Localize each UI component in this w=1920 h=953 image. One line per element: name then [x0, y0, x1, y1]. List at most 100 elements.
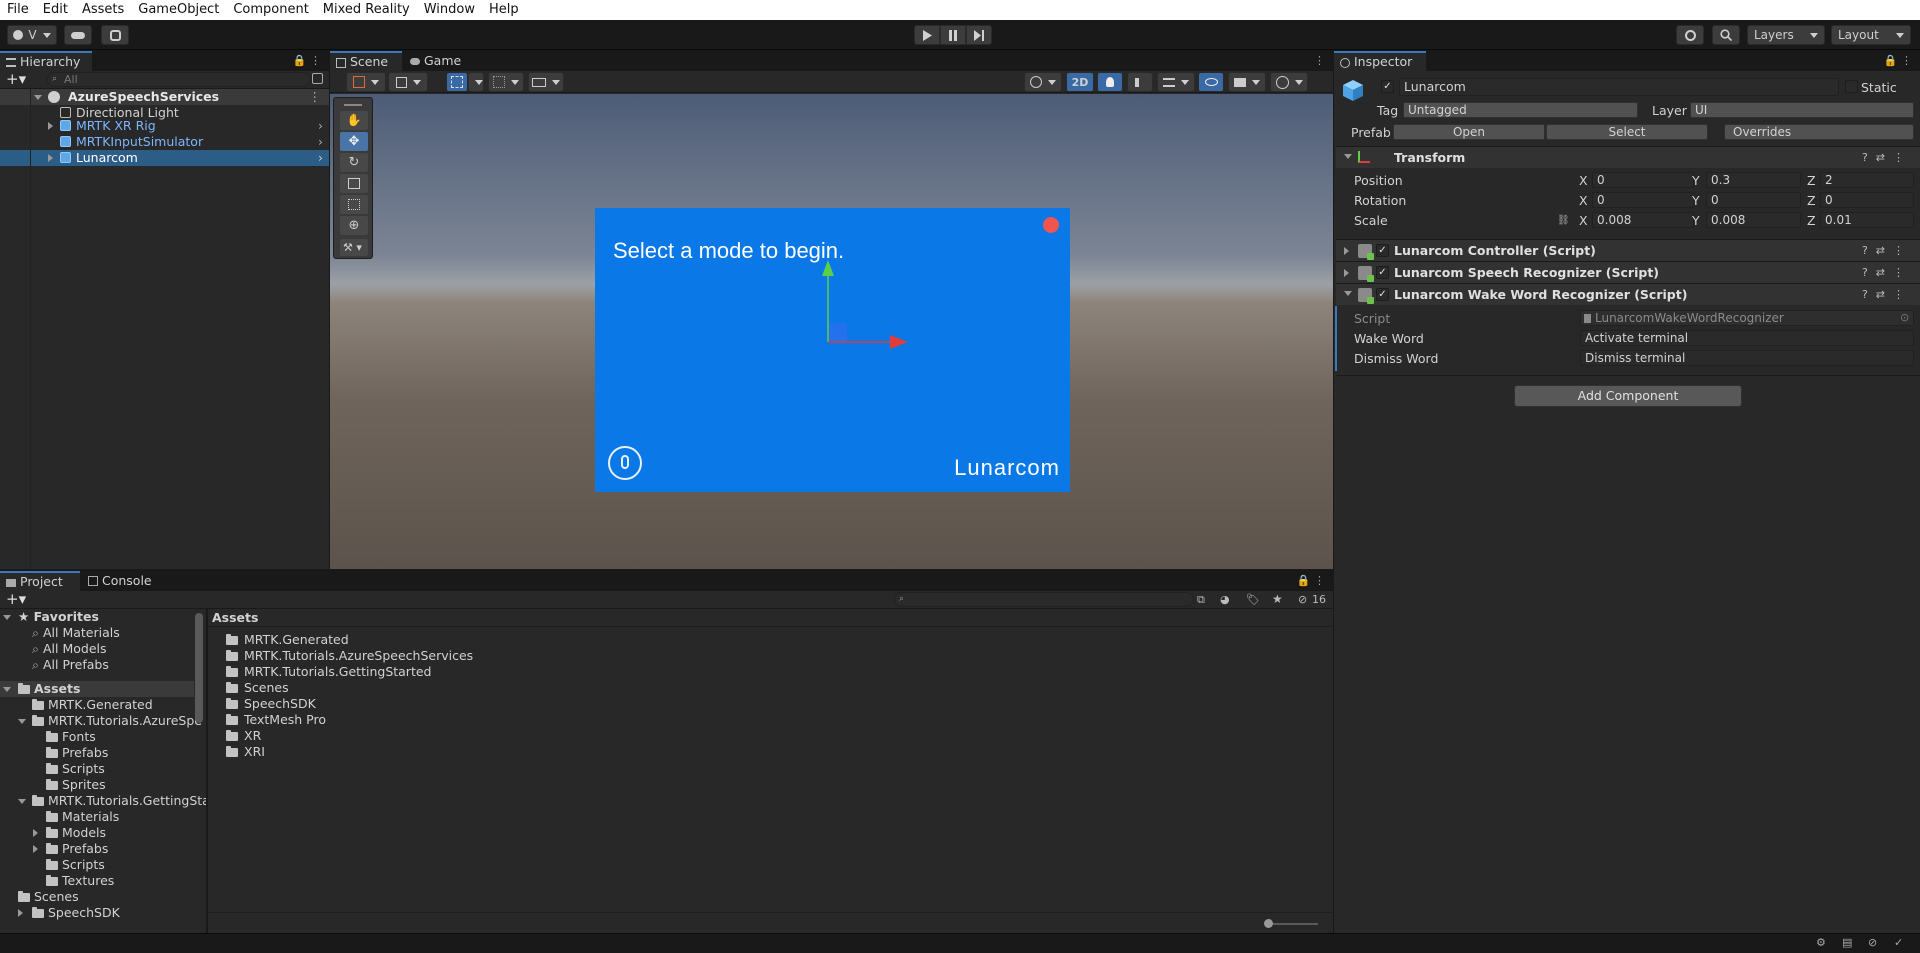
label-tag-icon[interactable]: 🏷 — [1246, 593, 1260, 606]
chevron-down-icon[interactable] — [18, 719, 26, 728]
chevron-right-icon[interactable] — [1344, 247, 1353, 255]
transform-header[interactable]: Transform ?⇄⋮ — [1336, 146, 1920, 168]
position-y-field[interactable]: 0.3 — [1706, 172, 1801, 188]
visibility-toggle[interactable] — [1198, 72, 1224, 92]
asset-folder[interactable]: XRI — [226, 744, 265, 760]
history-button[interactable] — [1676, 25, 1704, 45]
tree-item[interactable]: Textures — [0, 873, 114, 889]
component-enabled-checkbox[interactable]: ✓ — [1376, 244, 1389, 257]
tab-console[interactable]: Console — [82, 571, 160, 591]
wake-word-input[interactable]: Activate terminal — [1580, 330, 1914, 346]
draw-mode-dropdown[interactable] — [346, 72, 386, 92]
chevron-down-icon[interactable] — [3, 687, 11, 696]
rotation-x-field[interactable]: 0 — [1592, 192, 1694, 208]
active-checkbox[interactable]: ✓ — [1381, 80, 1394, 93]
more-icon[interactable]: ⋮ — [1314, 54, 1325, 67]
transform-tool-icon[interactable]: ⊕ — [340, 216, 368, 235]
favorite-all-prefabs[interactable]: ⌕ All Prefabs — [0, 657, 109, 673]
toggle-2d-button[interactable]: 2D — [1066, 72, 1094, 92]
search-button[interactable] — [1712, 25, 1740, 45]
collab-button[interactable] — [101, 25, 129, 45]
splitter[interactable] — [206, 609, 208, 933]
menu-help[interactable]: Help — [482, 0, 526, 20]
play-button[interactable] — [914, 25, 940, 45]
chevron-down-icon[interactable] — [3, 615, 11, 624]
assets-root[interactable]: Assets — [0, 681, 194, 697]
asset-folder[interactable]: SpeechSDK — [226, 696, 316, 712]
scene-root-row[interactable]: AzureSpeechServices ⋮ — [0, 89, 329, 105]
chevron-down-icon[interactable] — [1344, 291, 1352, 300]
move-tool-icon[interactable]: ✥ — [340, 132, 368, 151]
prefab-select-button[interactable]: Select — [1546, 124, 1708, 140]
layers-dropdown[interactable]: Layers — [1747, 25, 1825, 45]
menu-assets[interactable]: Assets — [75, 0, 131, 20]
cache-icon[interactable]: ▤ — [1842, 936, 1852, 949]
hidden-packages-icon[interactable]: ⊘ — [1298, 593, 1307, 606]
lighting-toggle[interactable] — [1097, 72, 1123, 92]
render-dropdown[interactable] — [388, 72, 428, 92]
rotate-tool-icon[interactable]: ↻ — [340, 153, 368, 172]
prefab-overrides-dropdown[interactable]: Overrides — [1724, 124, 1914, 140]
tree-item[interactable]: Scripts — [0, 761, 105, 777]
favorites-header[interactable]: ★ Favorites — [0, 609, 99, 625]
component-enabled-checkbox[interactable]: ✓ — [1376, 266, 1389, 279]
chevron-down-icon[interactable] — [1344, 154, 1352, 163]
asset-folder[interactable]: MRTK.Tutorials.GettingStarted — [226, 664, 431, 680]
breadcrumb[interactable]: Assets — [208, 609, 1333, 627]
scale-z-field[interactable]: 0.01 — [1820, 212, 1914, 228]
lunarcom-canvas[interactable]: Select a mode to begin. Lunarcom — [595, 208, 1070, 492]
layer-dropdown[interactable]: UI — [1690, 102, 1914, 118]
move-gizmo[interactable] — [818, 258, 918, 358]
add-icon[interactable]: +▾ — [6, 590, 26, 608]
chevron-right-icon[interactable] — [18, 909, 27, 917]
position-z-field[interactable]: 2 — [1820, 172, 1914, 188]
menu-mixed-reality[interactable]: Mixed Reality — [316, 0, 417, 20]
menu-window[interactable]: Window — [417, 0, 482, 20]
layout-dropdown[interactable]: Layout — [1831, 25, 1911, 45]
debug-icon[interactable]: ⚙ — [1816, 936, 1826, 949]
rotation-y-field[interactable]: 0 — [1706, 192, 1801, 208]
menu-edit[interactable]: Edit — [36, 0, 75, 20]
icon-size-slider-thumb[interactable] — [1264, 919, 1273, 928]
component-enabled-checkbox[interactable]: ✓ — [1376, 288, 1389, 301]
component-header-speech-recognizer[interactable]: ✓ Lunarcom Speech Recognizer (Script) ?⇄… — [1336, 261, 1920, 283]
chevron-right-icon[interactable]: › — [318, 150, 323, 166]
scene-viewport[interactable]: ✋ ✥ ↻ ⊕ ⚒ ▾ Select a mode to begin. Luna… — [330, 94, 1333, 569]
star-icon[interactable]: ★ — [1272, 592, 1283, 606]
audio-toggle[interactable] — [1127, 72, 1153, 92]
drag-handle[interactable] — [344, 104, 362, 106]
network-icon[interactable]: ⊘ — [1868, 936, 1877, 949]
tree-item[interactable]: Sprites — [0, 777, 106, 793]
component-menu-icons[interactable]: ?⇄⋮ — [1862, 151, 1912, 164]
tree-item[interactable]: MRTK.Generated — [0, 697, 153, 713]
asset-folder[interactable]: XR — [226, 728, 261, 744]
rect-tool-icon[interactable] — [340, 195, 368, 214]
tree-item[interactable]: MRTK.Tutorials.GettingSta — [0, 793, 206, 809]
tab-project[interactable]: Project — [0, 571, 80, 591]
hierarchy-item-mrtk-input-simulator[interactable]: MRTKInputSimulator › — [0, 134, 329, 150]
chevron-down-icon[interactable] — [34, 95, 42, 104]
tab-hierarchy[interactable]: Hierarchy — [0, 51, 92, 71]
tab-inspector[interactable]: Inspector — [1334, 51, 1426, 71]
gizmos-dropdown[interactable] — [1270, 72, 1308, 92]
panel-menu-icon[interactable]: 🔒 ⋮ — [1297, 574, 1325, 587]
snap-dropdown[interactable] — [488, 72, 524, 92]
tree-item[interactable]: Models — [0, 825, 106, 841]
object-name-input[interactable]: Lunarcom — [1399, 78, 1839, 96]
tree-item[interactable]: Fonts — [0, 729, 96, 745]
favorite-all-materials[interactable]: ⌕ All Materials — [0, 625, 120, 641]
tree-item[interactable]: Materials — [0, 809, 119, 825]
add-icon[interactable]: +▾ — [6, 70, 26, 88]
chevron-right-icon[interactable] — [1344, 269, 1353, 277]
camera-dropdown[interactable] — [1228, 72, 1266, 92]
grid-toggle[interactable] — [446, 72, 468, 92]
chevron-right-icon[interactable] — [48, 154, 57, 162]
chevron-right-icon[interactable] — [48, 122, 57, 130]
filter-type-icon[interactable]: ◕ — [1220, 593, 1230, 606]
check-icon[interactable]: ✓ — [1894, 936, 1903, 949]
pause-button[interactable] — [940, 25, 966, 45]
component-header-controller[interactable]: ✓ Lunarcom Controller (Script) ?⇄⋮ — [1336, 239, 1920, 261]
menu-gameobject[interactable]: GameObject — [131, 0, 226, 20]
tree-item[interactable]: SpeechSDK — [0, 905, 120, 921]
add-component-button[interactable]: Add Component — [1514, 385, 1742, 407]
